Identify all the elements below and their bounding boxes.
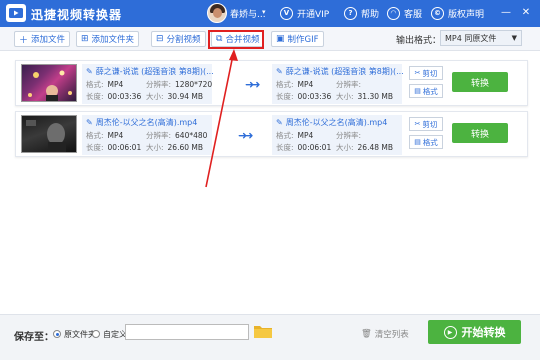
scissors-icon: ✂ bbox=[414, 120, 421, 128]
title-bar: 迅捷视频转换器 春娇与... ▾ V 开通VIP ? 帮助 ◠ 客服 © 版权声… bbox=[0, 0, 540, 27]
help-button[interactable]: ? 帮助 bbox=[344, 5, 379, 21]
video-thumbnail bbox=[21, 115, 77, 153]
custom-label[interactable]: 自定义 bbox=[103, 329, 127, 340]
service-button[interactable]: ◠ 客服 bbox=[387, 5, 422, 21]
help-icon: ? bbox=[344, 6, 357, 20]
gif-icon: ▣ bbox=[276, 34, 285, 44]
start-convert-button[interactable]: ▶ 开始转换 bbox=[428, 320, 521, 344]
convert-button[interactable]: 转换 bbox=[452, 123, 508, 143]
convert-button[interactable]: 转换 bbox=[452, 72, 508, 92]
service-label: 客服 bbox=[404, 9, 423, 20]
pencil-icon: ✎ bbox=[86, 67, 93, 76]
add-file-label: 添加文件 bbox=[31, 35, 66, 45]
save-path-input[interactable] bbox=[125, 324, 249, 340]
convert-arrow-icon: ➜➜ bbox=[245, 78, 261, 91]
save-to-label: 保存至： bbox=[14, 332, 54, 343]
source-filename[interactable]: ✎ 薛之谦-说谎 (超强音浪 第8期)(... bbox=[86, 66, 214, 77]
vip-button[interactable]: V 开通VIP bbox=[280, 5, 329, 21]
headset-icon: ◠ bbox=[387, 6, 400, 20]
document-icon: ▤ bbox=[414, 87, 421, 95]
clear-list-button[interactable]: 🗑 清空列表 bbox=[361, 328, 409, 340]
convert-arrow-icon: ➜➜ bbox=[238, 129, 254, 142]
output-info: ✎ 薛之谦-说谎 (超强音浪 第8期)(... 格式: MP4 分辨率: 长度: 00… bbox=[272, 64, 404, 104]
file-row: ✎ 周杰伦-以父之名(高清).mp4 格式: MP4 分辨率: 640*480 长度:… bbox=[15, 111, 528, 157]
output-format-value: MP4 同原文件 bbox=[445, 33, 497, 43]
start-convert-label: 开始转换 bbox=[461, 326, 506, 339]
source-info: ✎ 薛之谦-说谎 (超强音浪 第8期)(... 格式: MP4 分辨率: 1280*7… bbox=[82, 64, 214, 104]
cut-button[interactable]: ✂ 剪切 bbox=[409, 117, 443, 131]
add-file-button[interactable]: ＋ 添加文件 bbox=[14, 31, 71, 47]
chevron-down-icon: ▼ bbox=[511, 34, 517, 42]
vip-label: 开通VIP bbox=[297, 9, 330, 20]
split-video-button[interactable]: ⊟ 分割视频 bbox=[151, 31, 206, 47]
copyright-icon: © bbox=[431, 6, 444, 20]
source-filename[interactable]: ✎ 周杰伦-以父之名(高清).mp4 bbox=[86, 117, 214, 128]
split-video-label: 分割视频 bbox=[166, 35, 201, 45]
output-format-label: 输出格式： bbox=[396, 36, 442, 46]
merge-highlight-box bbox=[208, 30, 264, 49]
output-info: ✎ 周杰伦-以父之名(高清).mp4 格式: MP4 分辨率: 长度: 00:06:0… bbox=[272, 115, 402, 155]
pencil-icon: ✎ bbox=[86, 118, 93, 127]
add-folder-button[interactable]: ⊞ 添加文件夹 bbox=[76, 31, 140, 47]
user-dropdown-icon[interactable]: ▾ bbox=[262, 8, 266, 16]
folder-icon[interactable] bbox=[254, 324, 272, 338]
user-name[interactable]: 春娇与... bbox=[230, 7, 266, 20]
file-row: ✎ 薛之谦-说谎 (超强音浪 第8期)(... 格式: MP4 分辨率: 1280*7… bbox=[15, 60, 528, 106]
output-filename[interactable]: ✎ 周杰伦-以父之名(高清).mp4 bbox=[276, 117, 404, 128]
split-icon: ⊟ bbox=[156, 34, 164, 44]
radio-source-folder[interactable] bbox=[53, 330, 61, 338]
radio-custom[interactable] bbox=[92, 330, 100, 338]
output-format-select[interactable]: MP4 同原文件 ▼ bbox=[440, 30, 522, 46]
video-thumbnail bbox=[21, 64, 77, 102]
pencil-icon: ✎ bbox=[276, 67, 283, 76]
add-folder-label: 添加文件夹 bbox=[91, 35, 135, 45]
document-icon: ▤ bbox=[414, 138, 421, 146]
make-gif-button[interactable]: ▣ 制作GIF bbox=[271, 31, 324, 47]
clear-list-label: 清空列表 bbox=[374, 330, 409, 340]
format-button[interactable]: ▤ 格式 bbox=[409, 135, 443, 149]
output-filename[interactable]: ✎ 薛之谦-说谎 (超强音浪 第8期)(... bbox=[276, 66, 404, 77]
app-title: 迅捷视频转换器 bbox=[31, 8, 123, 22]
plus-icon: ＋ bbox=[19, 35, 29, 46]
copyright-button[interactable]: © 版权声明 bbox=[431, 5, 484, 21]
trash-icon: 🗑 bbox=[361, 329, 372, 339]
scissors-icon: ✂ bbox=[414, 69, 421, 77]
vip-icon: V bbox=[280, 6, 293, 20]
file-list: ✎ 薛之谦-说谎 (超强音浪 第8期)(... 格式: MP4 分辨率: 1280*7… bbox=[0, 51, 540, 314]
user-avatar[interactable] bbox=[207, 3, 227, 23]
cut-button[interactable]: ✂ 剪切 bbox=[409, 66, 443, 80]
folder-plus-icon: ⊞ bbox=[81, 34, 89, 44]
pencil-icon: ✎ bbox=[276, 118, 283, 127]
minimize-icon[interactable]: — bbox=[499, 5, 513, 19]
close-icon[interactable]: ✕ bbox=[519, 5, 533, 19]
help-label: 帮助 bbox=[361, 9, 380, 20]
bottom-bar: 保存至： 原文件夹 自定义 🗑 清空列表 ▶ 开始转换 bbox=[0, 314, 540, 360]
make-gif-label: 制作GIF bbox=[287, 35, 319, 45]
play-icon: ▶ bbox=[443, 325, 457, 339]
source-info: ✎ 周杰伦-以父之名(高清).mp4 格式: MP4 分辨率: 640*480 长度:… bbox=[82, 115, 212, 155]
app-logo-icon bbox=[6, 4, 26, 22]
format-button[interactable]: ▤ 格式 bbox=[409, 84, 443, 98]
copyright-label: 版权声明 bbox=[448, 9, 485, 20]
